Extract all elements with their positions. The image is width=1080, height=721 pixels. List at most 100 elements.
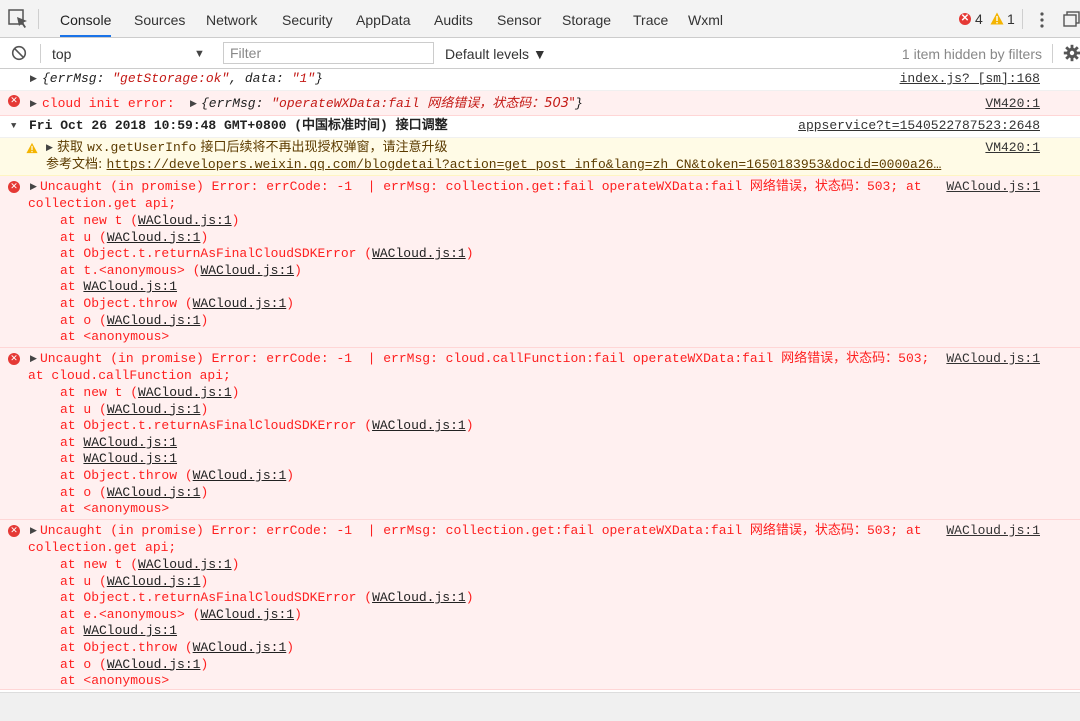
warning-count[interactable]: 1 xyxy=(1007,11,1015,27)
stack-frame: at WACloud.js:1 xyxy=(60,623,178,639)
tab-sources[interactable]: Sources xyxy=(134,0,185,37)
expand-triangle-icon[interactable]: ▶ xyxy=(30,523,37,539)
group-title: Fri Oct 26 2018 10:59:48 GMT+0800 (中国标准时… xyxy=(29,118,448,133)
tab-security[interactable]: Security xyxy=(282,0,333,37)
tab-network[interactable]: Network xyxy=(206,0,257,37)
error-icon: ✕ xyxy=(8,181,20,193)
console-error-row: ✕ ▶ Uncaught (in promise) Error: errCode: … xyxy=(0,176,1080,348)
stack-frame-link[interactable]: WACloud.js:1 xyxy=(107,313,201,328)
stack-frame-link[interactable]: WACloud.js:1 xyxy=(138,385,232,400)
console-error-row: ✕ ▶ Uncaught (in promise) Error: errCode: … xyxy=(0,348,1080,520)
log-object[interactable]: {errMsg: "getStorage:ok", data: "1"} xyxy=(42,71,323,87)
stack-frame: at WACloud.js:1 xyxy=(60,279,178,295)
console-log-row: ▶ {errMsg: "getStorage:ok", data: "1"} i… xyxy=(0,69,1080,91)
stack-frame: at o (WACloud.js:1) xyxy=(60,656,209,672)
warning-icon xyxy=(26,142,38,154)
console-group-header[interactable]: ▼ Fri Oct 26 2018 10:59:48 GMT+0800 (中国标… xyxy=(0,116,1080,138)
drawer-strip xyxy=(0,692,1080,721)
source-link[interactable]: index.js? [sm]:168 xyxy=(900,71,1040,87)
source-link[interactable]: VM420:1 xyxy=(985,96,1040,112)
stack-frame: at new t (WACloud.js:1) xyxy=(60,557,240,572)
stack-frame-link[interactable]: WACloud.js:1 xyxy=(193,468,287,483)
more-options-icon[interactable] xyxy=(1036,11,1048,29)
source-link[interactable]: appservice?t=1540522787523:2648 xyxy=(798,118,1040,134)
tab-sensor[interactable]: Sensor xyxy=(497,0,541,37)
tab-trace[interactable]: Trace xyxy=(633,0,668,37)
stack-frame-link[interactable]: WACloud.js:1 xyxy=(107,230,201,245)
stack-frame: at <anonymous> xyxy=(60,673,170,689)
execution-context-value: top xyxy=(52,46,72,62)
log-levels-dropdown[interactable]: Default levels ▼ xyxy=(445,44,547,64)
expand-triangle-icon[interactable]: ▶ xyxy=(46,140,53,156)
stack-frame-link[interactable]: WACloud.js:1 xyxy=(372,418,466,433)
error-icon: ✕ xyxy=(8,353,20,365)
stack-frame-link[interactable]: WACloud.js:1 xyxy=(200,263,294,278)
inspect-element-icon[interactable] xyxy=(8,9,30,29)
stack-frame-link[interactable]: WACloud.js:1 xyxy=(83,623,177,638)
stack-frame-link[interactable]: WACloud.js:1 xyxy=(107,657,201,672)
expand-triangle-icon[interactable]: ▶ xyxy=(190,96,197,112)
stack-frame-link[interactable]: WACloud.js:1 xyxy=(193,640,287,655)
stack-frame-link[interactable]: WACloud.js:1 xyxy=(83,435,177,450)
tab-storage[interactable]: Storage xyxy=(562,0,611,37)
tab-console[interactable]: Console xyxy=(60,0,112,37)
execution-context-select[interactable]: top ▼ xyxy=(52,44,212,64)
error-message: cloud init error: xyxy=(42,96,191,111)
expand-triangle-icon[interactable]: ▶ xyxy=(30,179,37,195)
filter-input[interactable] xyxy=(223,42,434,64)
filterbar-divider xyxy=(40,44,41,63)
expand-triangle-icon[interactable]: ▶ xyxy=(30,71,37,87)
stack-frame-link[interactable]: WACloud.js:1 xyxy=(107,485,201,500)
warning-message: 获取 wx.getUserInfo 接口后续将不再出现授权弹窗，请注意升级 xyxy=(57,140,448,155)
clear-console-icon[interactable] xyxy=(11,45,27,61)
stack-frame: at <anonymous> xyxy=(60,329,170,345)
stack-frame-link[interactable]: WACloud.js:1 xyxy=(193,296,287,311)
console-warning-row: ▶ 获取 wx.getUserInfo 接口后续将不再出现授权弹窗，请注意升级 … xyxy=(0,138,1080,176)
chevron-down-icon: ▼ xyxy=(194,48,205,60)
error-headline-cont: at cloud.callFunction api; xyxy=(28,368,231,383)
source-link[interactable]: WACloud.js:1 xyxy=(946,523,1040,539)
collapse-triangle-icon[interactable]: ▼ xyxy=(11,118,16,134)
doc-link[interactable]: https://developers.weixin.qq.com/blogdet… xyxy=(107,157,942,172)
stack-frame-link[interactable]: WACloud.js:1 xyxy=(372,246,466,261)
filterbar-divider xyxy=(1052,44,1053,63)
error-headline-cont: collection.get api; xyxy=(28,540,177,555)
stack-frame: at t.<anonymous> (WACloud.js:1) xyxy=(60,262,302,278)
stack-frame-link[interactable]: WACloud.js:1 xyxy=(138,213,232,228)
source-link[interactable]: WACloud.js:1 xyxy=(946,351,1040,367)
error-icon: ✕ xyxy=(8,95,20,107)
error-count[interactable]: 4 xyxy=(975,11,983,27)
stack-frame-link[interactable]: WACloud.js:1 xyxy=(83,279,177,294)
stack-frame-link[interactable]: WACloud.js:1 xyxy=(138,557,232,572)
stack-frame-link[interactable]: WACloud.js:1 xyxy=(372,590,466,605)
stack-frame-link[interactable]: WACloud.js:1 xyxy=(107,574,201,589)
stack-frame: at Object.t.returnAsFinalCloudSDKError (… xyxy=(60,590,474,606)
warning-count-icon[interactable] xyxy=(990,12,1004,25)
error-count-icon[interactable]: ✕ xyxy=(959,13,971,25)
expand-triangle-icon[interactable]: ▶ xyxy=(30,96,37,112)
expand-triangle-icon[interactable]: ▶ xyxy=(30,351,37,367)
stack-frame: at u (WACloud.js:1) xyxy=(60,401,209,417)
stack-frame: at u (WACloud.js:1) xyxy=(60,229,209,245)
stack-frame-link[interactable]: WACloud.js:1 xyxy=(107,402,201,417)
tab-audits[interactable]: Audits xyxy=(434,0,473,37)
gear-icon[interactable] xyxy=(1063,44,1080,62)
stack-frame-link[interactable]: WACloud.js:1 xyxy=(200,607,294,622)
hidden-items-text: 1 item hidden by filters xyxy=(901,46,1042,62)
stack-frame: at o (WACloud.js:1) xyxy=(60,484,209,500)
source-link[interactable]: WACloud.js:1 xyxy=(946,179,1040,195)
error-blocks: ✕ ▶ Uncaught (in promise) Error: errCode: … xyxy=(0,176,1080,690)
warning-doc-line: 参考文档: https://developers.weixin.qq.com/b… xyxy=(46,157,942,172)
source-link[interactable]: VM420:1 xyxy=(985,140,1040,156)
dock-side-icon[interactable] xyxy=(1063,11,1080,27)
error-headline: Uncaught (in promise) Error: errCode: -1… xyxy=(40,523,922,538)
stack-frame: at WACloud.js:1 xyxy=(60,451,178,467)
tab-wxml[interactable]: Wxml xyxy=(688,0,723,37)
tab-appdata[interactable]: AppData xyxy=(356,0,410,37)
stack-frame-link[interactable]: WACloud.js:1 xyxy=(83,451,177,466)
error-object[interactable]: {errMsg: "operateWXData:fail 网络错误，状态码：50… xyxy=(201,96,583,112)
stack-frame: at Object.throw (WACloud.js:1) xyxy=(60,296,295,311)
devtools-tabbar: Console Sources Network Security AppData… xyxy=(0,0,1080,38)
stack-frame: at new t (WACloud.js:1) xyxy=(60,385,240,400)
error-headline: Uncaught (in promise) Error: errCode: -1… xyxy=(40,351,930,366)
